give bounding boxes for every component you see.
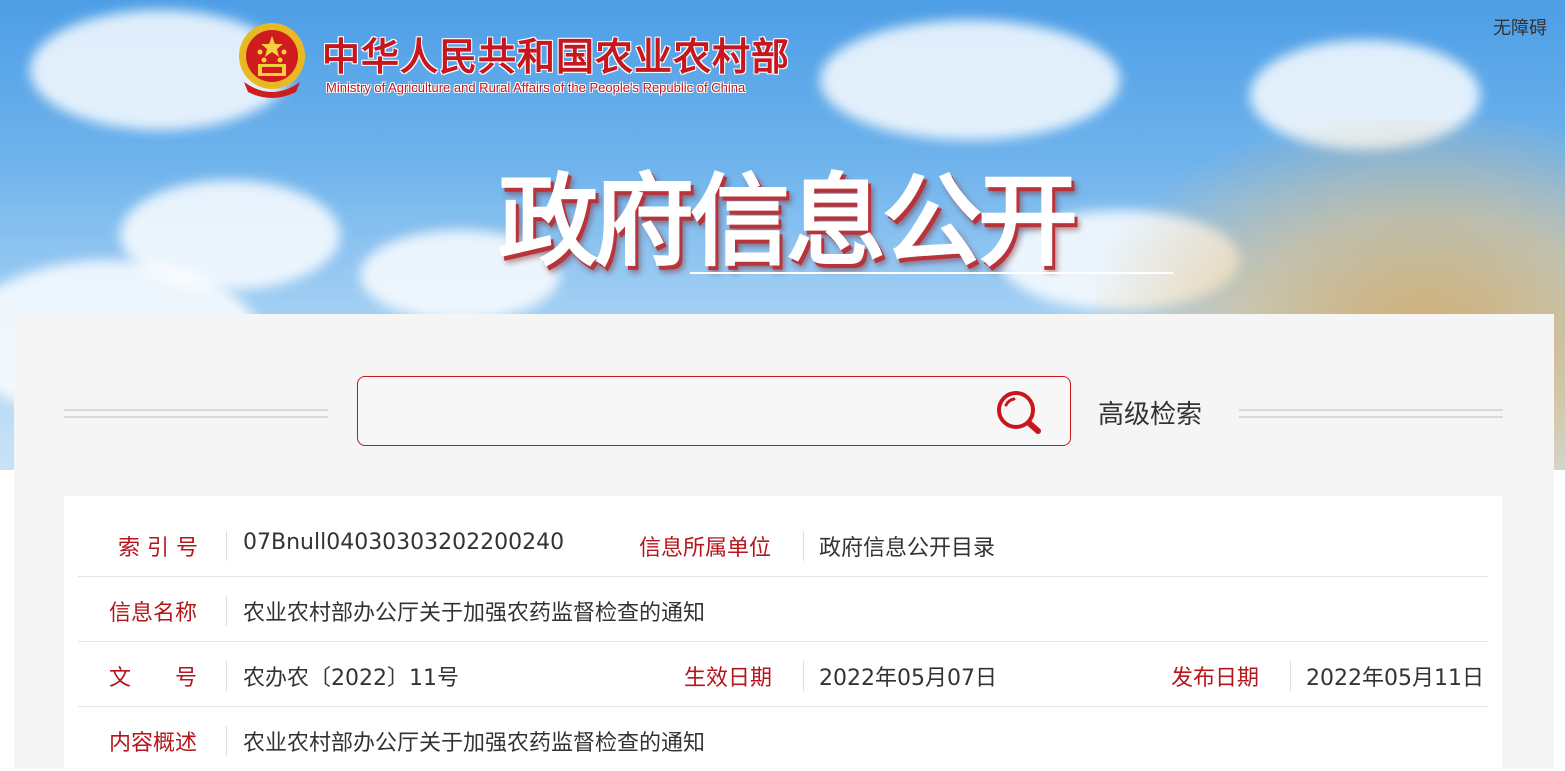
info-row-index: 索 引 号 07Bnull04030303202200240 信息所属单位 政府… — [78, 512, 1488, 577]
separator — [226, 661, 227, 691]
divider-left — [64, 409, 328, 418]
separator — [803, 531, 804, 561]
cloud-decoration — [820, 20, 1120, 140]
doc-number-label: 文 号 — [109, 666, 198, 691]
index-value: 07Bnull04030303202200240 — [243, 530, 565, 555]
separator — [1290, 661, 1291, 691]
separator — [226, 531, 227, 561]
effective-date-label: 生效日期 — [684, 666, 773, 691]
separator — [226, 596, 227, 626]
name-label: 信息名称 — [109, 601, 198, 626]
info-row-summary: 内容概述 农业农村部办公厅关于加强农药监督检查的通知 — [78, 707, 1488, 771]
accessibility-link[interactable]: 无障碍 — [1493, 14, 1547, 40]
info-row-name: 信息名称 农业农村部办公厅关于加强农药监督检查的通知 — [78, 577, 1488, 642]
separator — [226, 726, 227, 756]
page-title: 政府信息公开 — [498, 163, 1078, 280]
advanced-search-link[interactable]: 高级检索 — [1098, 394, 1202, 431]
divider-right — [1239, 409, 1503, 418]
logo-title-en: Ministry of Agriculture and Rural Affair… — [326, 80, 746, 95]
unit-label: 信息所属单位 — [639, 536, 772, 561]
name-value: 农业农村部办公厅关于加强农药监督检查的通知 — [243, 601, 706, 626]
search-input[interactable] — [372, 387, 976, 437]
index-label: 索 引 号 — [118, 536, 198, 561]
search-box[interactable] — [357, 376, 1071, 446]
publish-date-label: 发布日期 — [1171, 666, 1260, 691]
summary-label: 内容概述 — [109, 731, 198, 756]
doc-number-value: 农办农〔2022〕11号 — [243, 666, 459, 691]
separator — [803, 661, 804, 691]
national-emblem-icon — [239, 23, 305, 98]
title-underline — [690, 272, 1173, 274]
publish-date-value: 2022年05月11日 — [1306, 666, 1484, 691]
content-panel: 高级检索 索 引 号 07Bnull04030303202200240 信息所属… — [14, 314, 1554, 768]
summary-value: 农业农村部办公厅关于加强农药监督检查的通知 — [243, 731, 706, 756]
info-row-doc: 文 号 农办农〔2022〕11号 生效日期 2022年05月07日 发布日期 2… — [78, 642, 1488, 707]
effective-date-value: 2022年05月07日 — [819, 666, 997, 691]
unit-value: 政府信息公开目录 — [819, 536, 996, 561]
logo-title-cn: 中华人民共和国农业农村部 — [322, 34, 791, 79]
search-icon[interactable] — [994, 389, 1046, 437]
info-table: 索 引 号 07Bnull04030303202200240 信息所属单位 政府… — [64, 496, 1502, 768]
